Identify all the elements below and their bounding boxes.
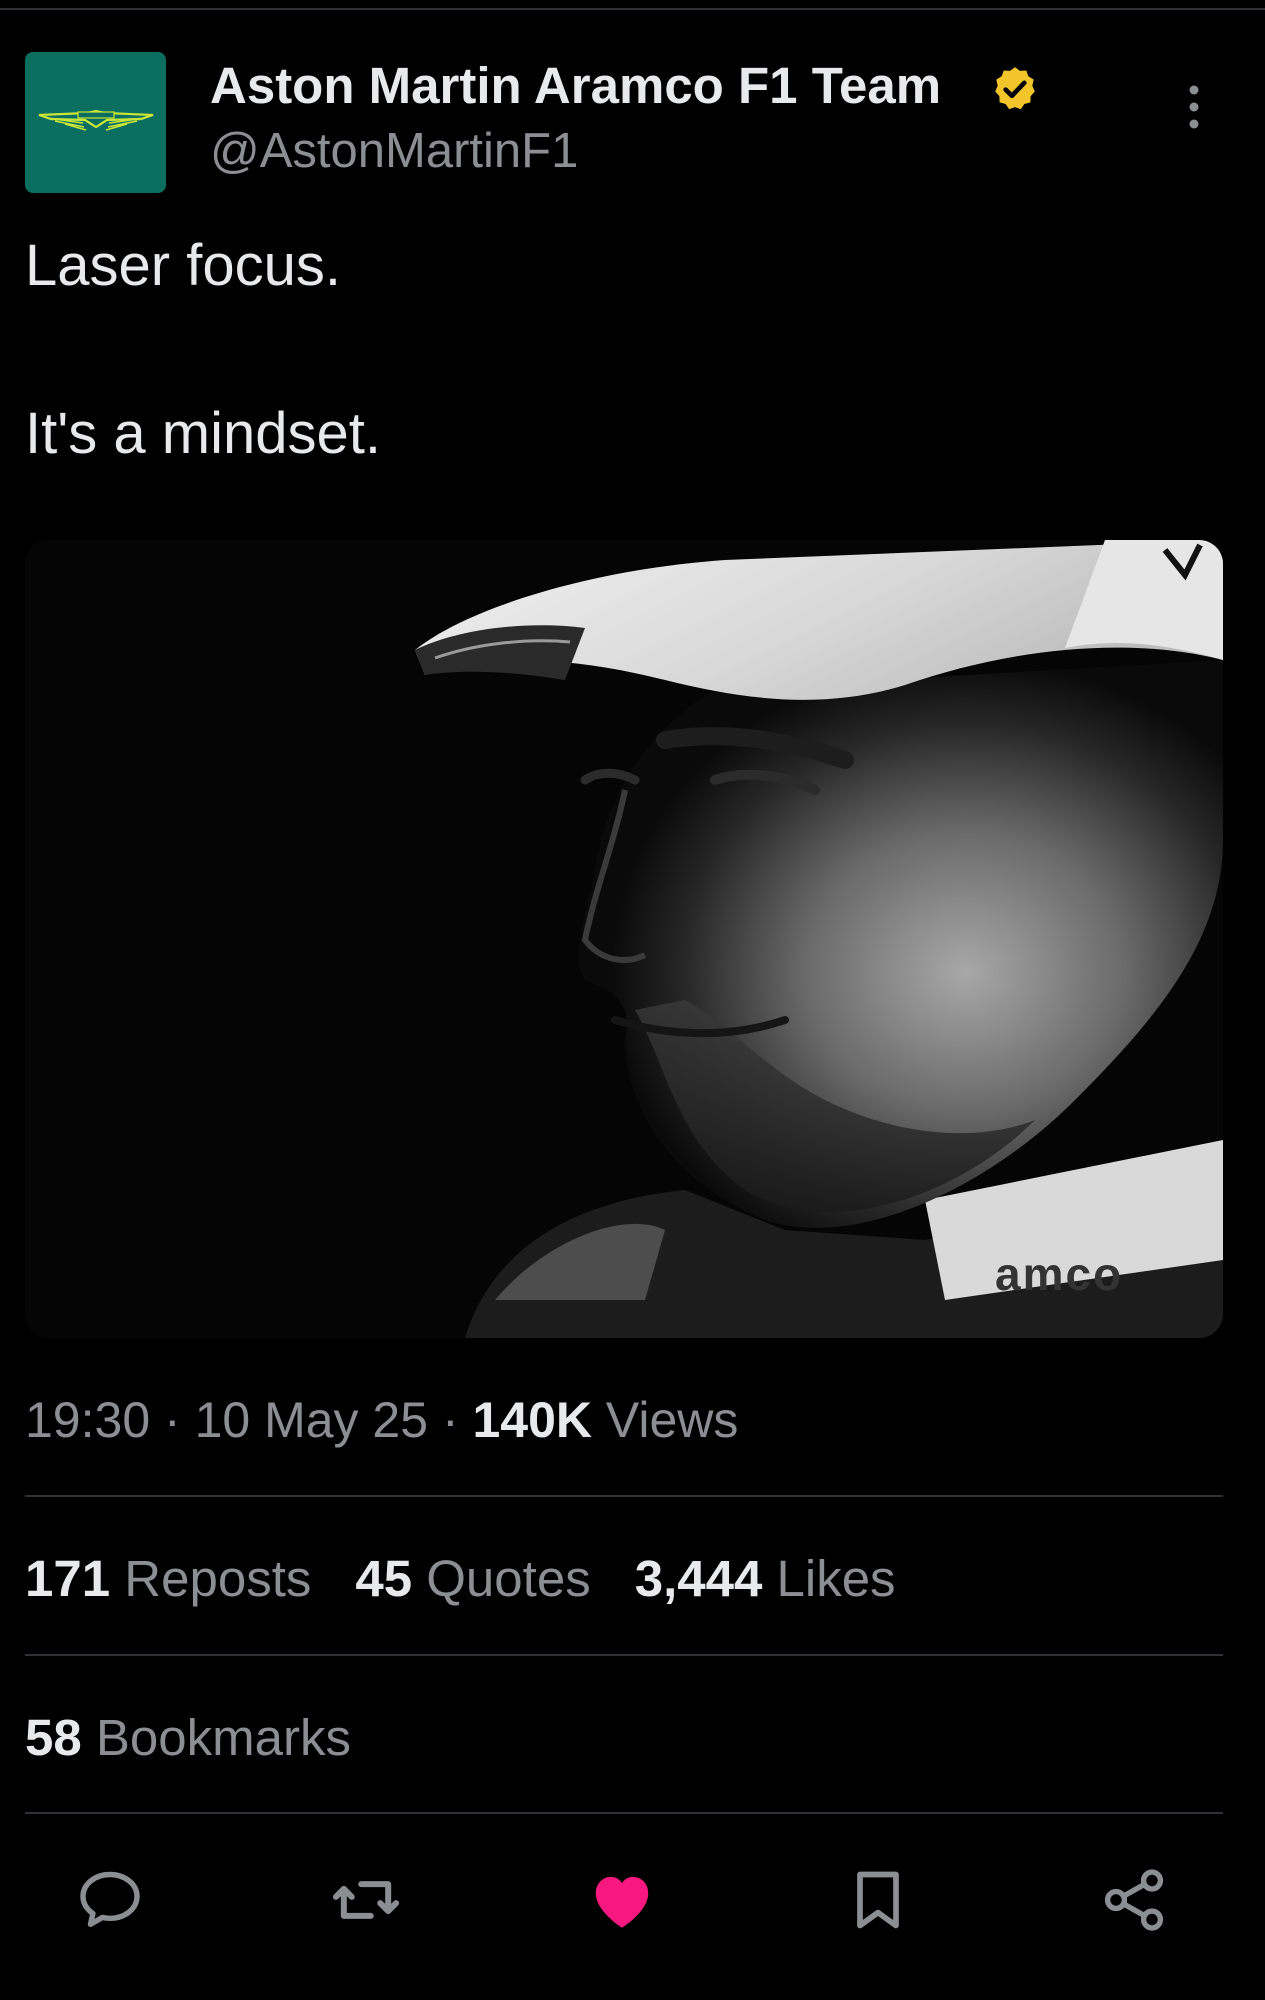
tweet-meta: 19:30 · 10 May 25 · 140K Views	[25, 1390, 738, 1450]
quotes-stat[interactable]: 45 Quotes	[355, 1548, 590, 1610]
likes-label: Likes	[776, 1550, 896, 1607]
share-icon	[1104, 1869, 1164, 1931]
bookmarks-stat[interactable]: 58 Bookmarks	[25, 1707, 351, 1769]
top-divider	[0, 8, 1265, 10]
quotes-count: 45	[355, 1550, 413, 1607]
reply-icon	[80, 1871, 140, 1927]
reposts-stat[interactable]: 171 Reposts	[25, 1548, 311, 1610]
share-button[interactable]	[1094, 1860, 1174, 1940]
avatar[interactable]	[25, 52, 166, 193]
handle[interactable]: @AstonMartinF1	[210, 121, 578, 181]
engagement-stats: 171 Reposts 45 Quotes 3,444 Likes	[25, 1548, 896, 1610]
like-icon	[595, 1876, 649, 1928]
tweet-text: Laser focus. It's a mindset.	[25, 226, 381, 474]
tweet-line-2: It's a mindset.	[25, 401, 381, 466]
views-count: 140K	[472, 1392, 593, 1448]
verified-badge-icon[interactable]	[990, 64, 1040, 114]
display-name[interactable]: Aston Martin Aramco F1 Team	[210, 56, 941, 116]
separator: ·	[150, 1392, 195, 1448]
driver-portrait-image: amco	[25, 540, 1223, 1338]
tweet-photo[interactable]: amco	[25, 540, 1223, 1338]
divider	[25, 1812, 1223, 1814]
separator: ·	[428, 1392, 473, 1448]
bookmark-icon	[857, 1871, 899, 1929]
tweet-date[interactable]: 10 May 25	[195, 1392, 428, 1448]
like-button[interactable]	[582, 1860, 662, 1940]
divider	[25, 1495, 1223, 1497]
likes-stat[interactable]: 3,444 Likes	[635, 1548, 896, 1610]
reposts-label: Reposts	[124, 1550, 312, 1607]
repost-button[interactable]	[326, 1860, 406, 1940]
reposts-count: 171	[25, 1550, 111, 1607]
reply-button[interactable]	[70, 1860, 150, 1940]
divider	[25, 1654, 1223, 1656]
quotes-label: Quotes	[426, 1550, 591, 1607]
views-label: Views	[592, 1392, 739, 1448]
tweet-line-1: Laser focus.	[25, 233, 341, 298]
bookmarks-count: 58	[25, 1709, 82, 1766]
more-options-icon[interactable]	[1180, 82, 1208, 132]
repost-icon	[332, 1881, 400, 1919]
likes-count: 3,444	[634, 1550, 763, 1607]
tweet-time[interactable]: 19:30	[25, 1392, 150, 1448]
bookmark-button[interactable]	[838, 1860, 918, 1940]
bookmarks-label: Bookmarks	[95, 1709, 351, 1766]
suit-logo-text: amco	[995, 1248, 1123, 1300]
aston-martin-wings-logo	[38, 109, 153, 131]
